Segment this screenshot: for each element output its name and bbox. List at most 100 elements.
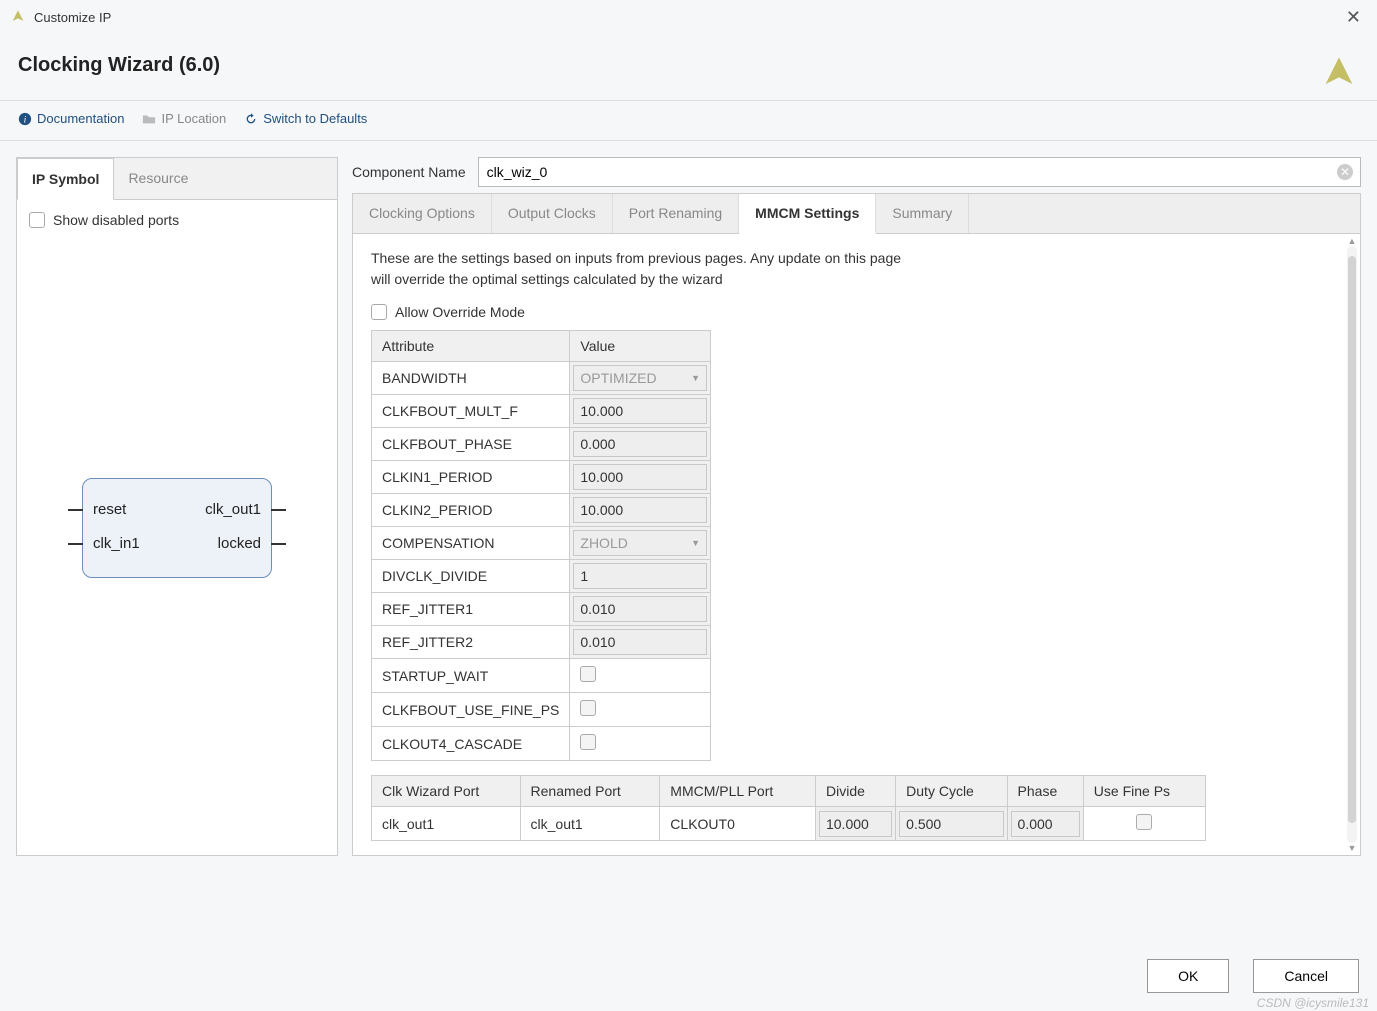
cell-mmcm: CLKOUT0 — [660, 807, 816, 841]
clear-icon[interactable]: ✕ — [1337, 164, 1353, 180]
attr-row: COMPENSATIONZHOLD▼ — [372, 527, 711, 560]
tab-ip-symbol[interactable]: IP Symbol — [17, 158, 114, 200]
refresh-icon — [244, 112, 258, 126]
info-icon: i — [18, 112, 32, 126]
ok-button[interactable]: OK — [1147, 959, 1229, 993]
component-name-label: Component Name — [352, 164, 466, 180]
scroll-up-icon[interactable]: ▲ — [1346, 236, 1358, 246]
attr-checkbox — [580, 666, 596, 682]
content-scrollbar[interactable]: ▲ ▼ — [1346, 236, 1358, 853]
allow-override-label: Allow Override Mode — [395, 304, 525, 320]
attr-value-input[interactable]: 0.000 — [573, 431, 707, 457]
value-header: Value — [570, 331, 711, 362]
attr-row: STARTUP_WAIT — [372, 659, 711, 693]
cell-wizport: clk_out1 — [372, 807, 521, 841]
tab-mmcm-settings[interactable]: MMCM Settings — [739, 194, 876, 234]
attr-name: CLKFBOUT_MULT_F — [372, 395, 570, 428]
attr-checkbox — [580, 700, 596, 716]
ip-symbol-block: reset clk_in1 clk_out1 locked — [82, 478, 272, 578]
port-clk-in1: clk_in1 — [93, 535, 140, 552]
attr-name: COMPENSATION — [372, 527, 570, 560]
allow-override-checkbox[interactable] — [371, 304, 387, 320]
locked-wire — [271, 543, 286, 545]
cell-duty[interactable]: 0.500 — [899, 811, 1003, 837]
th-renamed: Renamed Port — [520, 776, 660, 807]
settings-tabs: Clocking Options Output Clocks Port Rena… — [352, 193, 1361, 234]
page-title: Clocking Wizard (6.0) — [18, 54, 220, 77]
cell-phase[interactable]: 0.000 — [1011, 811, 1080, 837]
window-title: Customize IP — [34, 10, 111, 25]
watermark: CSDN @icysmile131 — [1257, 996, 1369, 1010]
toolbar: i Documentation IP Location Switch to De… — [0, 101, 1377, 141]
left-panel: IP Symbol Resource Show disabled ports r… — [16, 157, 338, 856]
attr-row: CLKFBOUT_PHASE0.000 — [372, 428, 711, 461]
component-name-input[interactable] — [478, 157, 1361, 187]
attr-row: CLKIN2_PERIOD10.000 — [372, 494, 711, 527]
attr-checkbox — [580, 734, 596, 750]
tab-port-renaming[interactable]: Port Renaming — [613, 194, 739, 233]
documentation-link[interactable]: i Documentation — [18, 111, 124, 126]
app-logo-icon — [10, 9, 26, 25]
attr-value-input[interactable]: 10.000 — [573, 398, 707, 424]
attr-value-input[interactable]: 0.010 — [573, 596, 707, 622]
attr-select[interactable]: OPTIMIZED▼ — [573, 365, 707, 391]
attr-name: CLKIN1_PERIOD — [372, 461, 570, 494]
attr-header: Attribute — [372, 331, 570, 362]
cell-divide[interactable]: 10.000 — [819, 811, 892, 837]
attr-row: CLKIN1_PERIOD10.000 — [372, 461, 711, 494]
scroll-down-icon[interactable]: ▼ — [1346, 843, 1358, 853]
tab-clocking-options[interactable]: Clocking Options — [353, 194, 492, 233]
th-duty: Duty Cycle — [896, 776, 1007, 807]
attr-row: CLKFBOUT_MULT_F10.000 — [372, 395, 711, 428]
port-reset: reset — [93, 501, 126, 518]
settings-desc-1: These are the settings based on inputs f… — [371, 248, 931, 269]
dialog-footer: OK Cancel — [1147, 959, 1359, 993]
attr-value-input[interactable]: 0.010 — [573, 629, 707, 655]
attr-name: DIVCLK_DIVIDE — [372, 560, 570, 593]
svg-text:i: i — [24, 114, 27, 125]
port-clk-out1: clk_out1 — [205, 501, 261, 518]
attribute-table: Attribute Value BANDWIDTHOPTIMIZED▼CLKFB… — [371, 330, 711, 761]
settings-desc-2: will override the optimal settings calcu… — [371, 269, 931, 290]
cancel-button[interactable]: Cancel — [1253, 959, 1359, 993]
chevron-down-icon: ▼ — [691, 373, 700, 383]
right-panel: Component Name ✕ Clocking Options Output… — [352, 157, 1361, 856]
th-phase: Phase — [1007, 776, 1083, 807]
port-table: Clk Wizard Port Renamed Port MMCM/PLL Po… — [371, 775, 1206, 841]
clk-out1-wire — [271, 509, 286, 511]
attr-row: CLKOUT4_CASCADE — [372, 727, 711, 761]
attr-row: DIVCLK_DIVIDE1 — [372, 560, 711, 593]
attr-name: STARTUP_WAIT — [372, 659, 570, 693]
attr-value-input[interactable]: 10.000 — [573, 497, 707, 523]
ip-location-label: IP Location — [161, 111, 226, 126]
th-fineps: Use Fine Ps — [1083, 776, 1205, 807]
attr-name: BANDWIDTH — [372, 362, 570, 395]
attr-select[interactable]: ZHOLD▼ — [573, 530, 707, 556]
th-mmcm: MMCM/PLL Port — [660, 776, 816, 807]
tab-summary[interactable]: Summary — [876, 194, 969, 233]
attr-row: BANDWIDTHOPTIMIZED▼ — [372, 362, 711, 395]
attr-row: REF_JITTER20.010 — [372, 626, 711, 659]
attr-value-input[interactable]: 1 — [573, 563, 707, 589]
attr-value-input[interactable]: 10.000 — [573, 464, 707, 490]
attr-name: CLKOUT4_CASCADE — [372, 727, 570, 761]
attr-row: REF_JITTER10.010 — [372, 593, 711, 626]
window-titlebar: Customize IP ✕ — [0, 0, 1377, 34]
attr-name: REF_JITTER1 — [372, 593, 570, 626]
documentation-label: Documentation — [37, 111, 124, 126]
show-disabled-checkbox[interactable] — [29, 212, 45, 228]
port-row: clk_out1 clk_out1 CLKOUT0 10.000 0.500 0… — [372, 807, 1206, 841]
attr-row: CLKFBOUT_USE_FINE_PS — [372, 693, 711, 727]
tab-resource[interactable]: Resource — [114, 158, 202, 200]
reset-wire — [68, 509, 83, 511]
close-icon[interactable]: ✕ — [1340, 5, 1367, 30]
th-divide: Divide — [815, 776, 895, 807]
attr-name: REF_JITTER2 — [372, 626, 570, 659]
ip-location-link[interactable]: IP Location — [142, 111, 226, 126]
cell-renamed: clk_out1 — [520, 807, 660, 841]
show-disabled-label: Show disabled ports — [53, 212, 179, 228]
cell-fineps-checkbox — [1136, 814, 1152, 830]
tab-output-clocks[interactable]: Output Clocks — [492, 194, 613, 233]
chevron-down-icon: ▼ — [691, 538, 700, 548]
switch-defaults-link[interactable]: Switch to Defaults — [244, 111, 367, 126]
